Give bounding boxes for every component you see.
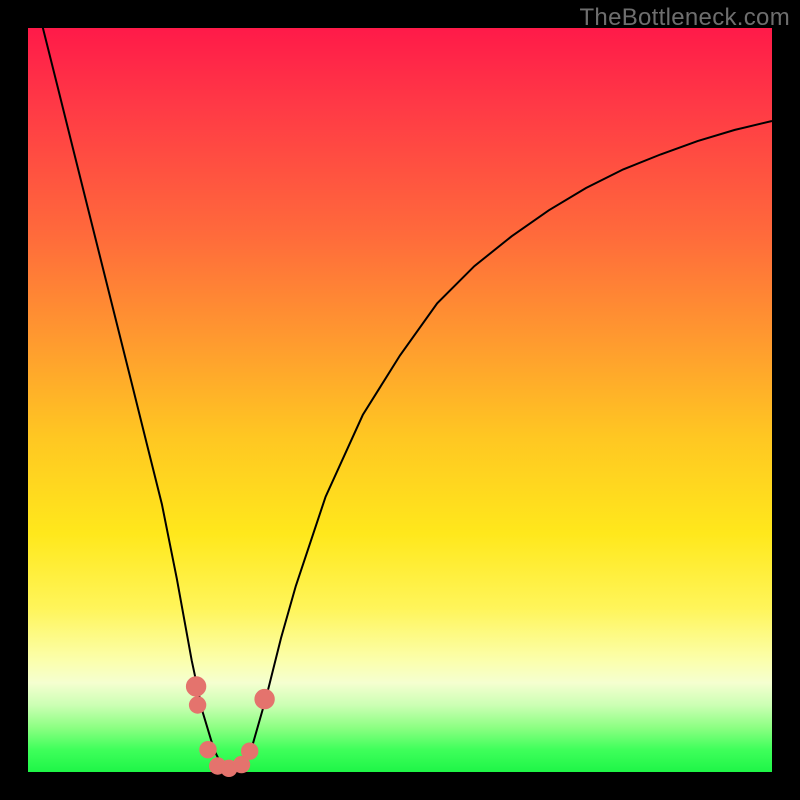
curve-marker bbox=[242, 743, 258, 759]
outer-frame: TheBottleneck.com bbox=[0, 0, 800, 800]
curve-marker bbox=[186, 677, 205, 696]
curve-marker bbox=[189, 697, 205, 713]
bottleneck-curve bbox=[28, 0, 772, 772]
plot-area bbox=[28, 28, 772, 772]
watermark-text: TheBottleneck.com bbox=[579, 4, 790, 32]
curve-marker bbox=[200, 742, 216, 758]
curve-markers bbox=[186, 677, 274, 777]
curve-marker bbox=[255, 689, 274, 708]
curve-layer bbox=[28, 28, 772, 772]
